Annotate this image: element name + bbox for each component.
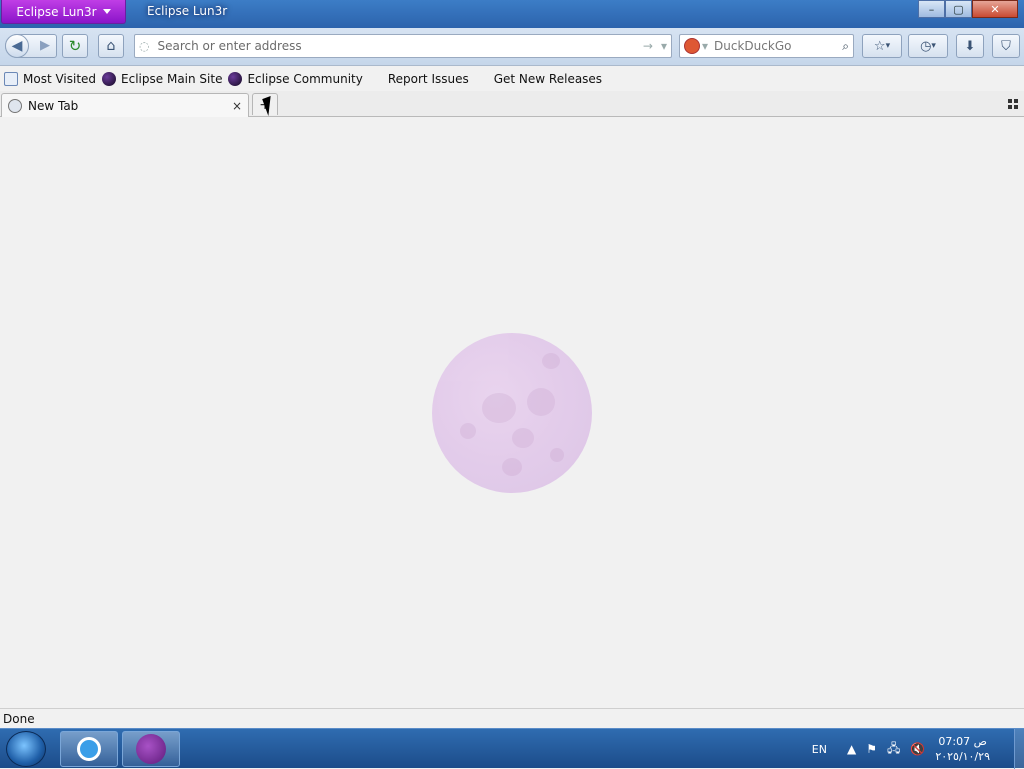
bookmarks-toolbar: Most Visited Eclipse Main Site Eclipse C… <box>0 67 1024 91</box>
globe-icon <box>8 98 22 113</box>
address-input[interactable] <box>153 36 639 56</box>
bookmark-report-issues[interactable]: Report Issues <box>369 72 469 86</box>
show-desktop-button[interactable] <box>1014 729 1024 769</box>
app-menu-label: Eclipse Lun3r <box>16 4 97 19</box>
bookmark-eclipse-community[interactable]: Eclipse Community <box>228 72 363 86</box>
search-input[interactable] <box>708 39 839 53</box>
maximize-button[interactable]: ▢ <box>945 0 972 18</box>
magnifier-icon <box>77 737 101 761</box>
status-text: Done <box>3 711 35 726</box>
reload-button[interactable]: ↻ <box>62 34 88 58</box>
status-bar: Done <box>0 708 1024 728</box>
bookmark-label: Eclipse Main Site <box>121 72 223 86</box>
bookmark-label: Report Issues <box>387 72 469 86</box>
tab-groups-icon[interactable] <box>1008 99 1018 109</box>
tab-new-tab[interactable]: New Tab × <box>1 93 249 117</box>
title-bar: Eclipse Lun3r Eclipse Lun3r – ▢ ✕ <box>0 0 1024 28</box>
bookmark-eclipse-main-site[interactable]: Eclipse Main Site <box>102 72 222 86</box>
minimize-button[interactable]: – <box>918 0 945 18</box>
app-menu-button[interactable]: Eclipse Lun3r <box>1 0 126 24</box>
taskbar: EN ▲ ⚑ 🖧 🔇 07:07 ص ٢٠٢٥/١٠/٢٩ <box>0 728 1024 769</box>
forward-button[interactable]: ▶ <box>40 38 50 53</box>
chevron-down-icon <box>102 9 111 14</box>
taskbar-eclipse-app[interactable] <box>122 731 180 767</box>
search-icon[interactable]: ⌕ <box>838 39 853 54</box>
reload-icon: ↻ <box>68 37 82 55</box>
bookmarks-button[interactable]: ☆ ▾ <box>862 34 902 58</box>
home-button[interactable]: ⌂ <box>98 34 124 58</box>
tab-strip: New Tab × + <box>0 91 1024 117</box>
chevron-down-icon: ▾ <box>931 41 936 51</box>
chevron-down-icon: ▾ <box>885 41 891 51</box>
language-indicator[interactable]: EN <box>812 743 827 756</box>
shield-icon: ⛉ <box>1001 38 1011 54</box>
downloads-button[interactable]: ⬇ <box>956 34 984 58</box>
blank-page-icon <box>475 72 489 86</box>
back-button[interactable]: ◀ <box>5 34 29 58</box>
close-tab-button[interactable]: × <box>232 99 242 113</box>
action-center-flag-icon[interactable]: ⚑ <box>866 742 877 756</box>
page-identity-icon[interactable]: ◌ <box>135 39 153 53</box>
close-window-button[interactable]: ✕ <box>972 0 1018 18</box>
taskbar-search-app[interactable] <box>60 731 118 767</box>
go-arrow-icon[interactable]: → <box>639 39 657 53</box>
eclipse-icon <box>228 72 243 86</box>
window-title: Eclipse Lun3r <box>147 4 228 18</box>
history-button[interactable]: ◷ ▾ <box>908 34 948 58</box>
bookmark-most-visited[interactable]: Most Visited <box>4 72 96 86</box>
search-bar: ▾ ⌕ <box>679 34 854 58</box>
system-tray: EN ▲ ⚑ 🖧 🔇 07:07 ص ٢٠٢٥/١٠/٢٩ <box>812 729 1024 769</box>
clock-time: 07:07 ص <box>938 735 987 748</box>
download-arrow-icon: ⬇ <box>964 38 976 54</box>
bookmark-star-icon: ☆ <box>873 38 886 54</box>
moon-logo <box>432 333 592 493</box>
window-controls: – ▢ ✕ <box>918 0 1018 18</box>
back-arrow-icon: ◀ <box>11 38 23 54</box>
bookmark-label: Eclipse Community <box>247 72 363 86</box>
navigation-toolbar: ◀ ▶ ↻ ⌂ ◌ → ▾ ▾ ⌕ ☆▾ ◷▾ ⬇ ⛉ <box>0 28 1024 66</box>
clock[interactable]: 07:07 ص ٢٠٢٥/١٠/٢٩ <box>935 734 990 764</box>
tab-label: New Tab <box>28 98 79 113</box>
pocket-button[interactable]: ⛉ <box>992 34 1020 58</box>
show-hidden-icons-icon[interactable]: ▲ <box>847 742 856 756</box>
page-content <box>0 117 1024 708</box>
duckduckgo-icon[interactable] <box>684 38 700 54</box>
eclipse-icon <box>136 734 166 764</box>
eclipse-icon <box>102 72 117 86</box>
volume-muted-icon[interactable]: 🔇 <box>910 742 925 756</box>
start-button[interactable] <box>6 731 46 767</box>
clock-date: ٢٠٢٥/١٠/٢٩ <box>935 750 990 763</box>
network-icon[interactable]: 🖧 <box>887 739 900 760</box>
blank-page-icon <box>369 72 383 86</box>
address-bar: ◌ → ▾ <box>134 34 672 58</box>
clock-icon: ◷ <box>920 38 932 54</box>
most-visited-icon <box>4 72 18 86</box>
bookmark-label: Get New Releases <box>493 72 603 86</box>
bookmark-label: Most Visited <box>23 72 97 86</box>
back-forward-group: ◀ ▶ <box>5 34 57 58</box>
bookmark-get-new-releases[interactable]: Get New Releases <box>475 72 602 86</box>
home-icon: ⌂ <box>106 38 116 54</box>
history-dropdown-icon[interactable]: ▾ <box>657 39 671 53</box>
